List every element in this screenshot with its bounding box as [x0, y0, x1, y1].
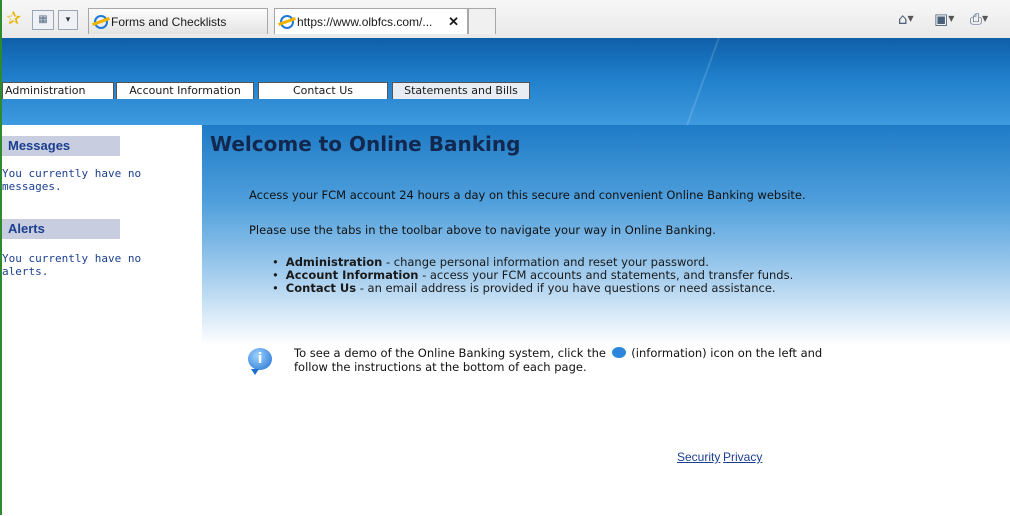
feature-list: Administration - change personal informa…: [272, 256, 793, 295]
browser-tab-olbfcs[interactable]: https://www.olbfcs.com/... ✕: [274, 8, 468, 34]
site-banner: Administration Account Information Conta…: [2, 38, 1010, 125]
messages-header: Messages: [2, 136, 120, 156]
quick-tabs-icon[interactable]: ▦: [32, 10, 54, 30]
security-link[interactable]: Security: [677, 450, 720, 464]
messages-text: You currently have no messages.: [2, 167, 142, 193]
feature-name: Contact Us: [285, 281, 357, 295]
ie-icon: [94, 15, 108, 29]
close-icon[interactable]: ✕: [448, 9, 459, 34]
tab-list-dropdown-icon[interactable]: ▾: [58, 10, 78, 30]
list-item: Contact Us - an email address is provide…: [272, 282, 793, 295]
sidebar: Messages You currently have no messages.…: [2, 125, 202, 514]
feature-name: Administration: [285, 255, 383, 269]
demo-instructions: To see a demo of the Online Banking syst…: [294, 346, 834, 374]
browser-tab-strip: ✰ ▦ ▾ Forms and Checklists https://www.o…: [2, 0, 1010, 39]
navigation-hint-text: Please use the tabs in the toolbar above…: [249, 223, 716, 237]
feature-name: Account Information: [285, 268, 419, 282]
information-icon[interactable]: i: [248, 348, 272, 375]
page-title: Welcome to Online Banking: [210, 132, 521, 156]
nav-tab-statements-and-bills[interactable]: Statements and Bills: [392, 82, 530, 99]
feature-description: - an email address is provided if you ha…: [356, 281, 776, 295]
feature-description: - change personal information and reset …: [382, 255, 709, 269]
privacy-link[interactable]: Privacy: [723, 450, 762, 464]
browser-tab-title: Forms and Checklists: [111, 15, 227, 29]
alerts-text: You currently have no alerts.: [2, 252, 142, 278]
nav-tab-contact-us[interactable]: Contact Us: [258, 82, 388, 99]
print-icon[interactable]: ⎙▼: [970, 10, 988, 28]
ie-icon: [280, 15, 294, 29]
browser-tab-title: https://www.olbfcs.com/...: [297, 15, 433, 29]
feeds-icon[interactable]: ▣▼: [934, 10, 954, 28]
favorites-star-icon[interactable]: ✰: [6, 8, 21, 29]
intro-text: Access your FCM account 24 hours a day o…: [249, 188, 806, 202]
browser-tab-forms[interactable]: Forms and Checklists: [88, 8, 268, 34]
nav-tab-administration[interactable]: Administration: [2, 82, 114, 99]
demo-text-start: To see a demo of the Online Banking syst…: [294, 346, 606, 360]
alerts-header: Alerts: [2, 219, 120, 239]
nav-tab-account-information[interactable]: Account Information: [116, 82, 254, 99]
new-tab-button[interactable]: [468, 8, 496, 34]
home-icon[interactable]: ⌂▼: [898, 10, 914, 28]
feature-description: - access your FCM accounts and statement…: [418, 268, 794, 282]
information-inline-icon: [611, 347, 626, 358]
